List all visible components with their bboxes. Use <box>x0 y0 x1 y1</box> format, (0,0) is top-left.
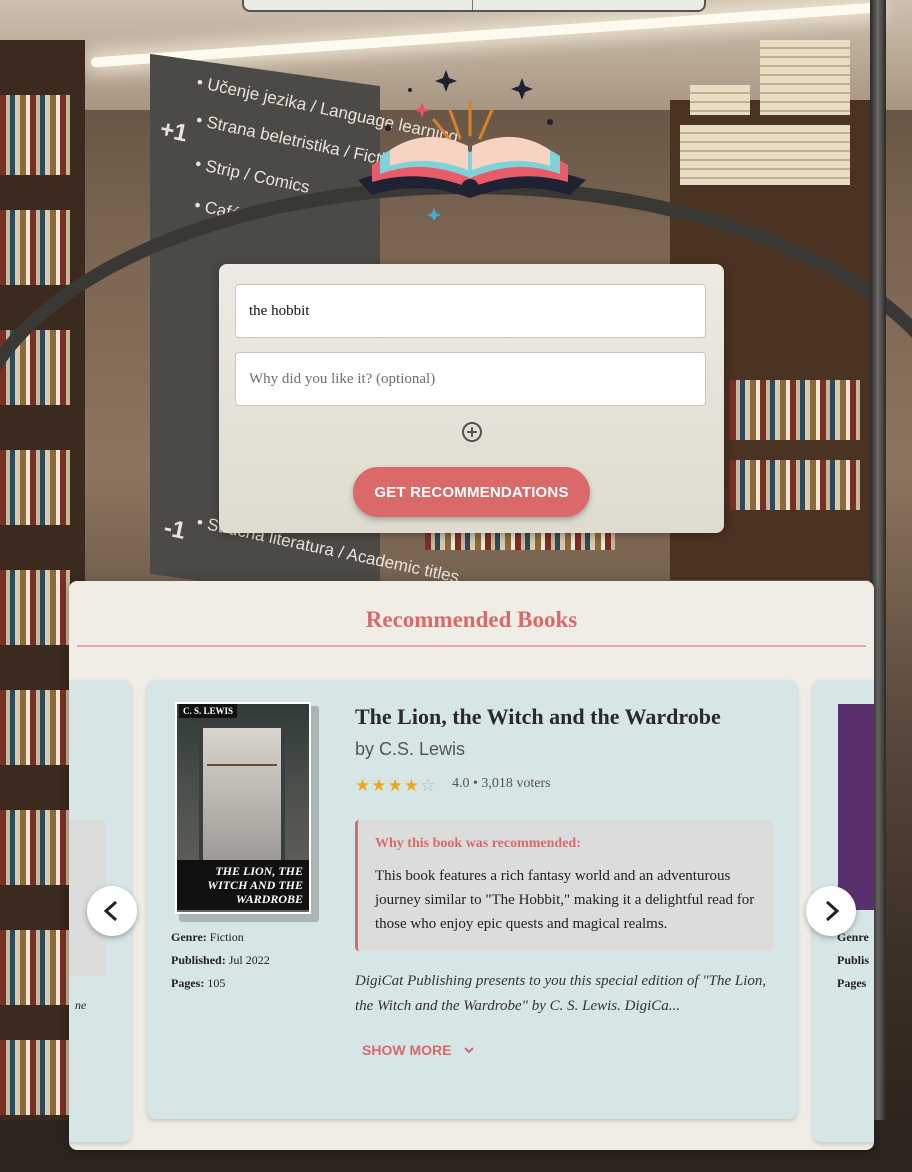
sign-line: +1 <box>157 115 190 148</box>
heading-divider <box>77 645 866 647</box>
published-meta: Published: Jul 2022 <box>171 953 270 968</box>
star-icon: ★ <box>387 776 404 795</box>
books-row <box>425 530 615 550</box>
chevron-right-icon <box>825 900 840 922</box>
star-rating: ★★★★☆ <box>355 776 436 796</box>
books-row <box>0 690 70 765</box>
previous-description: ne <box>75 998 87 1012</box>
open-book-logo-icon <box>358 70 586 220</box>
next-pages: Pages <box>837 976 867 990</box>
genre-label: Genre: <box>171 930 207 944</box>
why-recommended-box: Why this book was recommended: This book… <box>355 820 773 951</box>
genre-meta: Genre: Fiction <box>171 930 244 945</box>
show-more-label: SHOW MORE <box>362 1042 452 1058</box>
books-row <box>0 930 70 1005</box>
star-icon: ★ <box>355 776 372 795</box>
books-row <box>0 1040 70 1115</box>
plus-circle-icon[interactable] <box>461 421 483 443</box>
chevron-left-icon <box>103 900 118 922</box>
pages-meta: Pages: 105 <box>171 976 225 991</box>
book-stack <box>690 85 750 115</box>
book-card: C. S. LEWIS THE LION, THE WITCH AND THE … <box>147 680 797 1119</box>
top-tab-bar <box>242 0 706 12</box>
rating-text: 4.0 • 3,018 voters <box>452 776 551 791</box>
books-row <box>0 570 70 645</box>
pages-label: Pages: <box>171 976 205 990</box>
book-title-input[interactable] <box>235 284 706 338</box>
previous-button[interactable] <box>87 886 137 936</box>
cover-author: C. S. LEWIS <box>179 704 238 718</box>
books-row <box>0 450 70 525</box>
pages-value: 105 <box>207 976 226 990</box>
published-value: Jul 2022 <box>228 953 270 967</box>
why-heading: Why this book was recommended: <box>375 836 581 851</box>
book-stack <box>760 40 850 115</box>
cover-rail <box>207 764 277 766</box>
genre-value: Fiction <box>209 930 244 944</box>
next-book-cover <box>838 704 874 910</box>
section-heading: Recommended Books <box>365 607 578 632</box>
next-published: Publis <box>837 953 870 967</box>
published-label: Published: <box>171 953 226 967</box>
book-cover: C. S. LEWIS THE LION, THE WITCH AND THE … <box>175 702 311 914</box>
why-text: This book features a rich fantasy world … <box>375 868 755 932</box>
search-panel: GET RECOMMENDATIONS <box>219 264 724 533</box>
books-row <box>730 460 860 510</box>
books-row <box>0 810 70 885</box>
books-row <box>0 95 70 175</box>
star-icon: ★ <box>403 776 420 795</box>
show-more-button[interactable]: SHOW MORE <box>362 1042 475 1058</box>
book-author: by C.S. Lewis <box>355 739 466 759</box>
cover-title: THE LION, THE WITCH AND THE WARDROBE <box>177 860 309 910</box>
books-row <box>0 210 70 285</box>
next-button[interactable] <box>806 886 856 936</box>
star-outline-icon: ☆ <box>420 776 437 795</box>
book-stack <box>680 125 850 185</box>
get-recommendations-button[interactable]: GET RECOMMENDATIONS <box>353 467 590 517</box>
star-icon: ★ <box>371 776 388 795</box>
book-title: The Lion, the Witch and the Wardrobe <box>355 704 721 729</box>
chevron-down-icon <box>464 1047 475 1054</box>
recommendations-section: Recommended Books ne C. S. LEWIS THE LIO… <box>69 581 874 1150</box>
reason-input[interactable] <box>235 352 706 406</box>
tab-divider <box>472 0 473 10</box>
book-description: DigiCat Publishing presents to you this … <box>355 973 767 1014</box>
